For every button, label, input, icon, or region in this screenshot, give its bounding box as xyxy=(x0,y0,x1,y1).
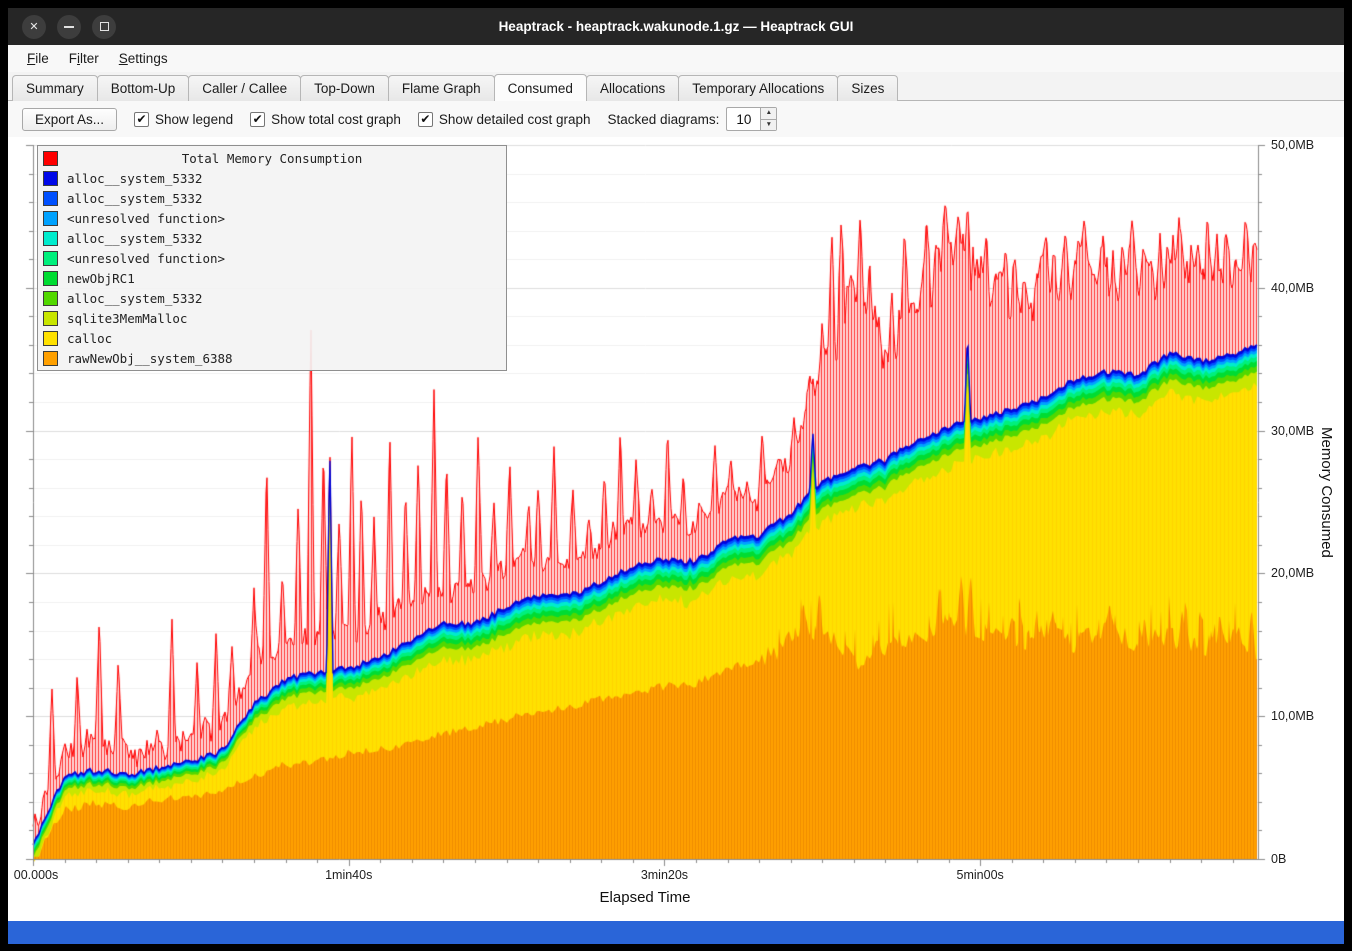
tab-temporary-allocations[interactable]: Temporary Allocations xyxy=(678,75,838,101)
legend-item: alloc__system_5332 xyxy=(38,228,506,248)
stacked-diagrams-spinbox: 10 ▲ ▼ xyxy=(726,107,777,131)
legend-label: calloc xyxy=(67,331,112,346)
legend-swatch xyxy=(43,211,58,226)
x-axis-title: Elapsed Time xyxy=(600,889,691,906)
stacked-diagrams-input[interactable]: 10 xyxy=(727,108,760,130)
legend-item: sqlite3MemMalloc xyxy=(38,308,506,328)
checkbox-group: ✔ Show legend ✔ Show total cost graph ✔ Show … xyxy=(134,112,591,127)
legend-label: <unresolved function> xyxy=(67,251,225,266)
legend-item: <unresolved function> xyxy=(38,248,506,268)
legend-swatch xyxy=(43,171,58,186)
x-tick-label: 00.000s xyxy=(14,868,58,882)
stacked-diagrams-control: Stacked diagrams: 10 ▲ ▼ xyxy=(608,107,778,131)
x-tick-label: 1min40s xyxy=(325,868,372,882)
legend-item: alloc__system_5332 xyxy=(38,288,506,308)
maximize-icon xyxy=(100,22,109,31)
legend-label: alloc__system_5332 xyxy=(67,191,202,206)
legend-label: sqlite3MemMalloc xyxy=(67,311,187,326)
menubar: FileFilterSettings xyxy=(8,45,1344,72)
checkbox-show-legend[interactable]: ✔ Show legend xyxy=(134,112,233,127)
bottom-accent-bar xyxy=(8,921,1344,944)
legend-swatch xyxy=(43,191,58,206)
y-tick-label: 40,0MB xyxy=(1271,281,1314,295)
titlebar: ✕ Heaptrack - heaptrack.wakunode.1.gz — … xyxy=(8,8,1344,45)
legend-swatch xyxy=(43,151,58,166)
legend-label: alloc__system_5332 xyxy=(67,231,202,246)
tab-summary[interactable]: Summary xyxy=(12,75,98,101)
legend-swatch xyxy=(43,311,58,326)
maximize-button[interactable] xyxy=(92,15,116,39)
checkbox-label: Show total cost graph xyxy=(271,112,401,127)
tabbar: SummaryBottom-UpCaller / CalleeTop-DownF… xyxy=(8,72,1344,101)
chevron-down-icon: ▼ xyxy=(766,122,772,129)
tab-caller-callee[interactable]: Caller / Callee xyxy=(188,75,301,101)
legend-label: <unresolved function> xyxy=(67,211,225,226)
legend-swatch xyxy=(43,271,58,286)
menu-filter[interactable]: Filter xyxy=(60,48,108,69)
tab-top-down[interactable]: Top-Down xyxy=(300,75,389,101)
legend-label: newObjRC1 xyxy=(67,271,135,286)
close-button[interactable]: ✕ xyxy=(22,15,46,39)
menu-file[interactable]: File xyxy=(18,48,58,69)
y-tick-label: 10,0MB xyxy=(1271,709,1314,723)
y-axis-title: Memory Consumed xyxy=(1318,427,1335,558)
legend-swatch xyxy=(43,351,58,366)
legend-swatch xyxy=(43,231,58,246)
checkbox-show-detailed-cost-graph[interactable]: ✔ Show detailed cost graph xyxy=(418,112,591,127)
chevron-up-icon: ▲ xyxy=(766,110,772,117)
checkbox-label: Show legend xyxy=(155,112,233,127)
legend-label: alloc__system_5332 xyxy=(67,171,202,186)
chart-legend: Total Memory Consumption alloc__system_53… xyxy=(37,145,507,371)
window-frame: ✕ Heaptrack - heaptrack.wakunode.1.gz — … xyxy=(8,8,1344,944)
minimize-icon xyxy=(64,26,74,28)
minimize-button[interactable] xyxy=(57,15,81,39)
chart-area: Total Memory Consumption alloc__system_53… xyxy=(8,137,1344,921)
legend-label: rawNewObj__system_6388 xyxy=(67,351,233,366)
spin-down-button[interactable]: ▼ xyxy=(761,120,776,131)
spin-up-button[interactable]: ▲ xyxy=(761,108,776,120)
legend-label: alloc__system_5332 xyxy=(67,291,202,306)
y-tick-label: 30,0MB xyxy=(1271,424,1314,438)
menu-settings[interactable]: Settings xyxy=(110,48,177,69)
legend-item: <unresolved function> xyxy=(38,208,506,228)
legend-item: alloc__system_5332 xyxy=(38,168,506,188)
y-tick-label: 20,0MB xyxy=(1271,566,1314,580)
legend-title: Total Memory Consumption xyxy=(67,151,477,166)
tab-allocations[interactable]: Allocations xyxy=(586,75,679,101)
y-tick-label: 50,0MB xyxy=(1271,138,1314,152)
x-tick-label: 3min20s xyxy=(641,868,688,882)
tab-bottom-up[interactable]: Bottom-Up xyxy=(97,75,190,101)
legend-item: calloc xyxy=(38,328,506,348)
spin-arrows: ▲ ▼ xyxy=(760,108,776,130)
x-tick-label: 5min00s xyxy=(957,868,1004,882)
window-title: Heaptrack - heaptrack.wakunode.1.gz — He… xyxy=(8,19,1344,34)
checkbox-box[interactable]: ✔ xyxy=(134,112,149,127)
checkbox-box[interactable]: ✔ xyxy=(250,112,265,127)
close-icon: ✕ xyxy=(29,20,38,33)
stacked-diagrams-label: Stacked diagrams: xyxy=(608,112,720,127)
heaptrack-window: ✕ Heaptrack - heaptrack.wakunode.1.gz — … xyxy=(0,0,1352,951)
checkbox-show-total-cost-graph[interactable]: ✔ Show total cost graph xyxy=(250,112,401,127)
checkbox-label: Show detailed cost graph xyxy=(439,112,591,127)
legend-item: newObjRC1 xyxy=(38,268,506,288)
tab-flame-graph[interactable]: Flame Graph xyxy=(388,75,495,101)
toolbar: Export As... ✔ Show legend ✔ Show total cos… xyxy=(8,101,1344,137)
y-tick-label: 0B xyxy=(1271,852,1286,866)
legend-swatch xyxy=(43,291,58,306)
legend-swatch xyxy=(43,251,58,266)
tab-sizes[interactable]: Sizes xyxy=(837,75,898,101)
legend-item: rawNewObj__system_6388 xyxy=(38,348,506,368)
window-controls: ✕ xyxy=(22,8,116,45)
checkbox-box[interactable]: ✔ xyxy=(418,112,433,127)
tab-consumed[interactable]: Consumed xyxy=(494,74,587,101)
legend-title-row: Total Memory Consumption xyxy=(38,148,506,168)
legend-item: alloc__system_5332 xyxy=(38,188,506,208)
legend-swatch xyxy=(43,331,58,346)
export-as-button[interactable]: Export As... xyxy=(22,108,117,131)
